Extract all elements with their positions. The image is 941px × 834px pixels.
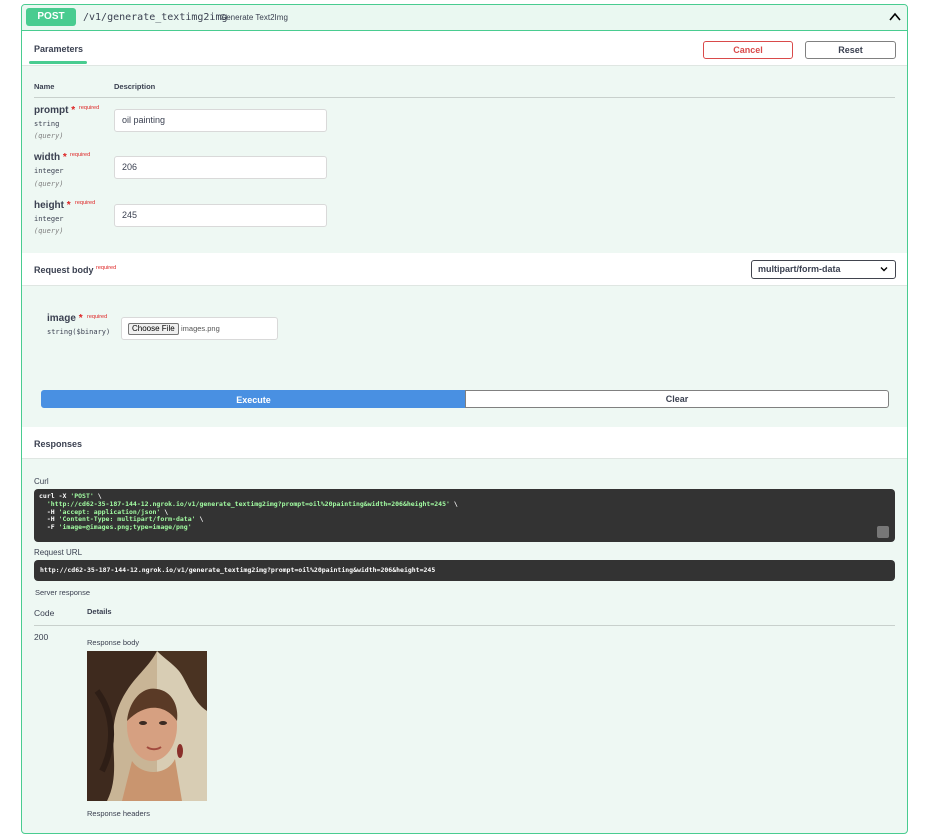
prompt-input[interactable]: oil painting: [114, 109, 327, 132]
param-type: string: [34, 120, 60, 128]
request-body-header: Request body required multipart/form-dat…: [22, 253, 907, 286]
curl-command[interactable]: curl -X 'POST' \ 'http://cd62-35-187-144…: [34, 489, 895, 542]
curl-label: Curl: [34, 477, 49, 486]
request-body-title: Request body: [34, 265, 94, 275]
divider: [34, 625, 895, 626]
required-label: required: [79, 105, 100, 111]
body-field-type: string($binary): [47, 328, 111, 336]
reset-button[interactable]: Reset: [805, 41, 896, 59]
execute-button[interactable]: Execute: [41, 390, 466, 408]
height-input[interactable]: 245: [114, 204, 327, 227]
content-type-select[interactable]: multipart/form-data: [751, 260, 896, 279]
chevron-down-icon: [880, 267, 888, 272]
code-header: Code: [34, 608, 55, 618]
file-input[interactable]: Choose File images.png: [121, 317, 278, 340]
tab-parameters[interactable]: Parameters: [34, 44, 83, 54]
param-location: (query): [34, 227, 64, 235]
cancel-button[interactable]: Cancel: [703, 41, 793, 59]
required-label: required: [70, 152, 91, 158]
width-input[interactable]: 206: [114, 156, 327, 179]
param-name-prompt: prompt *: [34, 105, 76, 116]
param-type: integer: [34, 167, 64, 175]
required-star: *: [78, 313, 83, 324]
details-header: Details: [87, 607, 112, 616]
parameters-header: Parameters Cancel Reset: [22, 31, 907, 66]
param-name-width: width *: [34, 152, 67, 163]
method-badge: POST: [26, 8, 76, 26]
tab-underline: [29, 61, 87, 64]
param-location: (query): [34, 132, 64, 140]
operation-block: POST /v1/generate_textimg2img Generate T…: [21, 4, 908, 834]
request-url-label: Request URL: [34, 548, 83, 557]
divider: [34, 97, 895, 98]
server-response-label: Server response: [35, 588, 91, 597]
operation-description: Generate Text2Img: [220, 13, 288, 22]
responses-title: Responses: [34, 439, 83, 449]
required-label: required: [75, 200, 96, 206]
curl-line: -F 'image=@images.png;type=image/png': [39, 523, 192, 532]
response-headers-label: Response headers: [87, 809, 150, 818]
required-star: *: [62, 152, 67, 163]
responses-header: Responses: [22, 427, 907, 459]
column-header-name: Name: [34, 82, 55, 91]
clear-button[interactable]: Clear: [465, 390, 889, 408]
required-label: required: [87, 314, 108, 320]
generated-image: [87, 651, 207, 801]
chevron-up-icon[interactable]: [888, 9, 902, 25]
required-star: *: [66, 200, 71, 211]
choose-file-button[interactable]: Choose File: [128, 323, 179, 335]
operation-path: /v1/generate_textimg2img: [83, 12, 228, 23]
response-code: 200: [34, 632, 49, 642]
operation-summary[interactable]: POST /v1/generate_textimg2img Generate T…: [22, 5, 907, 31]
response-body-label: Response body: [87, 638, 140, 647]
required-star: *: [71, 105, 76, 116]
column-header-description: Description: [114, 82, 156, 91]
param-name-height: height *: [34, 200, 71, 211]
param-location: (query): [34, 180, 64, 188]
required-label: required: [96, 265, 117, 271]
clipboard-icon[interactable]: [877, 526, 889, 538]
param-type: integer: [34, 215, 64, 223]
selected-file-name: images.png: [181, 324, 220, 333]
body-field-name: image *: [47, 313, 83, 324]
request-url[interactable]: http://cd62-35-187-144-12.ngrok.io/v1/ge…: [34, 560, 895, 581]
content-type-value: multipart/form-data: [758, 264, 841, 274]
